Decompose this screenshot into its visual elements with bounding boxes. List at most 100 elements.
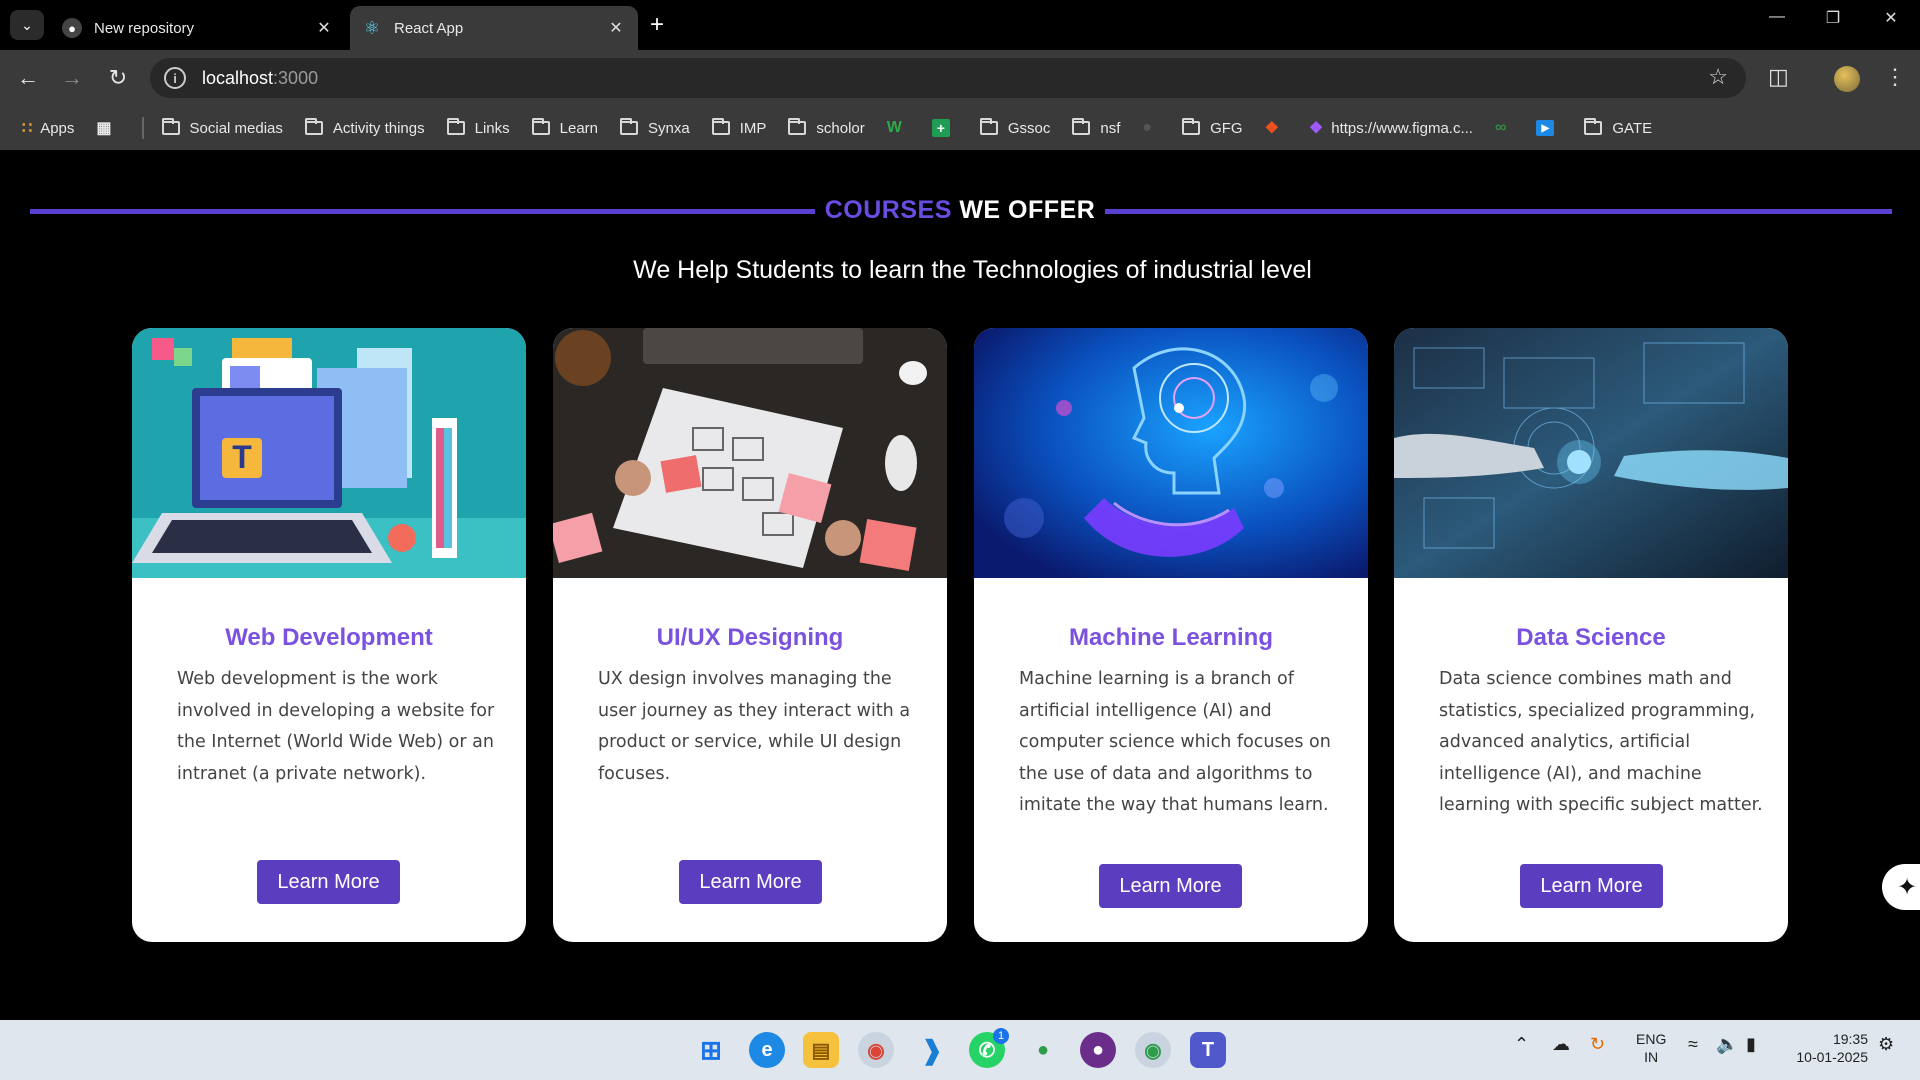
card-title: Web Development [225, 624, 433, 651]
bookmark-video[interactable]: ▶ [1536, 120, 1562, 136]
bookmarks-bar: ∷ Apps ▦ Social medias Activity things L… [0, 106, 1920, 150]
bookmark-separator [141, 117, 144, 139]
folder-icon [531, 118, 550, 135]
browser-toolbar: ← → ↻ i localhost:3000 ☆ ◫ ⋮ [0, 50, 1920, 106]
sync-icon[interactable]: ↻ [1590, 1034, 1605, 1055]
tab-new-repository[interactable]: ● New repository ✕ [50, 6, 346, 50]
bookmark-figma-icon-only[interactable]: ❖ [1265, 118, 1287, 138]
heading-divider-left [30, 209, 815, 214]
bookmark-gfg-logo[interactable]: ∞ [1495, 119, 1514, 137]
bookmark-label: Social medias [189, 119, 283, 137]
bookmark-social-medias[interactable]: Social medias [161, 118, 283, 137]
ai-brain-illustration [974, 328, 1368, 578]
more-menu-icon[interactable]: ⋮ [1884, 64, 1906, 90]
gfg-logo-icon: ∞ [1494, 119, 1507, 136]
data-science-robot-hand-illustration [1394, 328, 1788, 578]
folder-icon [1072, 118, 1091, 135]
system-clock[interactable]: 19:35 10-01-2025 [1788, 1030, 1868, 1066]
bookmark-label: Synxa [648, 119, 690, 137]
bookmark-gate[interactable]: GATE [1584, 118, 1653, 137]
forward-arrow-icon[interactable]: → [58, 64, 86, 92]
heading-main: WE OFFER [959, 196, 1096, 224]
tab-react-app[interactable]: ⚛ React App ✕ [350, 6, 638, 50]
tab-search-button[interactable]: ⌄ [10, 10, 44, 40]
site-info-icon[interactable]: i [164, 67, 186, 89]
figma-icon: ❖ [1308, 120, 1324, 137]
learn-more-button[interactable]: Learn More [257, 860, 400, 904]
svg-text:T: T [232, 439, 252, 475]
new-tab-button[interactable]: + [650, 12, 664, 38]
tab-title: New repository [94, 19, 195, 37]
language-indicator[interactable]: ENG IN [1636, 1030, 1666, 1066]
bookmark-w-site[interactable]: W [887, 119, 910, 137]
bookmark-gssoc[interactable]: Gssoc [979, 118, 1050, 137]
bookmark-activity-things[interactable]: Activity things [304, 118, 425, 137]
windows-taskbar: ⊞ e ▤ ◉ ❱ ✆ 1 ● ● ◉ T ⌃ ☁ ↻ ENG IN ≈ 🔈 ▮… [0, 1020, 1920, 1080]
bookmark-sheets[interactable]: + [931, 119, 958, 137]
wifi-icon[interactable]: ≈ [1688, 1034, 1698, 1055]
chrome-icon[interactable]: ◉ [858, 1032, 894, 1068]
bookmark-label: GATE [1612, 119, 1653, 137]
windows-start-icon[interactable]: ⊞ [693, 1032, 729, 1068]
bookmark-star-icon[interactable]: ☆ [1708, 64, 1728, 90]
apps-grid-icon: ∷ [22, 120, 33, 137]
play-video-icon: ▶ [1536, 120, 1555, 136]
tab-groups-icon: ▦ [96, 120, 112, 137]
tab-strip: ⌄ ● New repository ✕ ⚛ React App ✕ + — ❐… [0, 0, 1920, 50]
clock-time: 19:35 [1832, 1031, 1868, 1047]
battery-icon[interactable]: ▮ [1746, 1034, 1756, 1055]
sheets-icon: + [931, 119, 950, 137]
github-icon: ● [1142, 119, 1153, 136]
close-window-icon[interactable]: ✕ [1871, 8, 1911, 28]
folder-icon [711, 118, 730, 135]
bookmark-links[interactable]: Links [446, 118, 510, 137]
bookmark-figma[interactable]: ❖ https://www.figma.c... [1309, 118, 1473, 138]
learn-more-button[interactable]: Learn More [1099, 864, 1242, 908]
card-description: Data science combines math and statistic… [1439, 669, 1763, 815]
extensions-icon[interactable]: ◫ [1768, 64, 1789, 90]
bookmark-label: nsf [1100, 119, 1121, 137]
close-tab-icon[interactable]: ✕ [314, 18, 334, 38]
close-tab-icon[interactable]: ✕ [606, 18, 626, 38]
bookmark-label: GFG [1210, 119, 1243, 137]
back-arrow-icon[interactable]: ← [14, 64, 42, 92]
folder-icon [979, 118, 998, 135]
bookmark-gfg[interactable]: GFG [1182, 118, 1243, 137]
whatsapp-badge: 1 [993, 1028, 1009, 1044]
bookmark-learn[interactable]: Learn [531, 118, 598, 137]
github-desktop-icon[interactable]: ● [1080, 1032, 1116, 1068]
bookmark-scholor[interactable]: scholor [788, 118, 865, 137]
minimize-icon[interactable]: — [1757, 8, 1797, 26]
chrome-profile-icon[interactable]: ◉ [1135, 1032, 1171, 1068]
profile-avatar[interactable] [1834, 66, 1860, 92]
vscode-icon[interactable]: ❱ [914, 1032, 950, 1068]
bookmark-synxa[interactable]: Synxa [620, 118, 690, 137]
folder-icon [1584, 118, 1603, 135]
bookmark-github[interactable]: ● [1142, 119, 1160, 137]
teams-icon[interactable]: T [1190, 1032, 1226, 1068]
bookmark-tab-groups[interactable]: ▦ [96, 118, 119, 138]
mongodb-icon[interactable]: ● [1025, 1032, 1061, 1068]
region-code: IN [1644, 1049, 1659, 1065]
react-icon: ⚛ [363, 17, 381, 38]
chevron-up-icon[interactable]: ⌃ [1514, 1034, 1529, 1055]
learn-more-button[interactable]: Learn More [679, 860, 822, 904]
card-description: Machine learning is a branch of artifici… [1019, 669, 1331, 815]
bookmark-nsf[interactable]: nsf [1072, 118, 1121, 137]
onedrive-icon[interactable]: ☁ [1552, 1034, 1570, 1055]
notification-bell-icon[interactable]: ⚙ [1878, 1034, 1894, 1055]
bookmark-label: IMP [739, 119, 767, 137]
file-explorer-icon[interactable]: ▤ [803, 1032, 839, 1068]
sparkle-assistant-icon[interactable]: ✦ [1882, 864, 1920, 910]
edge-browser-icon[interactable]: e [749, 1032, 785, 1068]
github-icon: ● [62, 18, 82, 38]
clock-date: 10-01-2025 [1796, 1049, 1868, 1065]
bookmark-apps[interactable]: ∷ Apps [22, 118, 74, 138]
reload-icon[interactable]: ↻ [104, 64, 132, 92]
bookmark-imp[interactable]: IMP [711, 118, 767, 137]
figma-icon: ❖ [1264, 120, 1279, 137]
volume-icon[interactable]: 🔈 [1716, 1034, 1738, 1055]
restore-icon[interactable]: ❐ [1813, 8, 1853, 28]
address-bar[interactable]: i localhost:3000 ☆ [150, 58, 1746, 98]
learn-more-button[interactable]: Learn More [1520, 864, 1663, 908]
